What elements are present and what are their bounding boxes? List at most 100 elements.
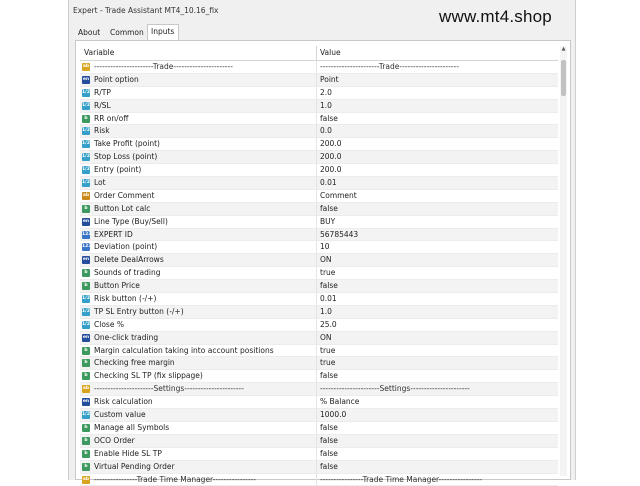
input-row[interactable]: 1/2R/TP2.0 — [80, 87, 558, 100]
input-row[interactable]: enRisk calculation% Balance — [80, 396, 558, 409]
input-value[interactable]: true — [320, 345, 335, 357]
input-value[interactable]: false — [320, 461, 338, 473]
input-value[interactable]: false — [320, 203, 338, 215]
input-variable-name: EXPERT ID — [94, 229, 133, 241]
cell-divider — [316, 177, 317, 189]
input-value[interactable]: 0.01 — [320, 177, 337, 189]
input-value[interactable]: Comment — [320, 190, 357, 202]
input-value[interactable]: 56785443 — [320, 229, 358, 241]
input-variable-name: Manage all Symbols — [94, 422, 169, 434]
input-row[interactable]: 123EXPERT ID56785443 — [80, 229, 558, 242]
input-row[interactable]: bChecking SL TP (fix slippage)false — [80, 370, 558, 383]
input-row[interactable]: 1/2R/SL1.0 — [80, 100, 558, 113]
cell-divider — [316, 306, 317, 318]
input-row[interactable]: 1/2Risk0.0 — [80, 125, 558, 138]
input-value[interactable]: false — [320, 422, 338, 434]
input-row[interactable]: enOne-click tradingON — [80, 332, 558, 345]
input-row[interactable]: 1/2Lot0.01 — [80, 177, 558, 190]
cell-divider — [316, 396, 317, 408]
input-row[interactable]: bButton Lot calcfalse — [80, 203, 558, 216]
column-header-value[interactable]: Value — [320, 46, 341, 60]
input-row[interactable]: bSounds of tradingtrue — [80, 267, 558, 280]
scroll-up-icon[interactable]: ▲ — [560, 46, 567, 53]
input-variable-name: ----------------------Trade-------------… — [94, 61, 233, 73]
input-row[interactable]: bManage all Symbolsfalse — [80, 422, 558, 435]
boolean-icon: b — [82, 269, 90, 277]
input-value[interactable]: 1000.0 — [320, 409, 346, 421]
input-value[interactable]: Point — [320, 74, 339, 86]
cell-divider — [316, 267, 317, 279]
input-variable-name: Delete DealArrows — [94, 254, 164, 266]
input-row[interactable]: 1/2Risk button (-/+)0.01 — [80, 293, 558, 306]
cell-divider — [316, 370, 317, 382]
input-row[interactable]: ab ----------------------Settings--------… — [80, 383, 558, 396]
cell-divider — [316, 216, 317, 228]
input-value[interactable]: 200.0 — [320, 151, 341, 163]
input-value[interactable]: true — [320, 357, 335, 369]
input-value[interactable]: true — [320, 267, 335, 279]
input-row[interactable]: enPoint optionPoint — [80, 74, 558, 87]
inputs-grid: Variable Value ab----------------------T… — [80, 46, 558, 486]
input-value[interactable]: 200.0 — [320, 164, 341, 176]
input-row[interactable]: enLine Type (Buy/Sell)BUY — [80, 216, 558, 229]
cell-divider — [316, 74, 317, 86]
input-value[interactable]: BUY — [320, 216, 335, 228]
cell-divider — [316, 435, 317, 447]
input-row[interactable]: 1/2Entry (point)200.0 — [80, 164, 558, 177]
input-value[interactable]: false — [320, 435, 338, 447]
input-value[interactable]: % Balance — [320, 396, 359, 408]
input-value[interactable]: 1.0 — [320, 306, 332, 318]
input-row[interactable]: bEnable Hide SL TPfalse — [80, 448, 558, 461]
input-value[interactable]: 0.01 — [320, 293, 337, 305]
input-row[interactable]: enDelete DealArrowsON — [80, 254, 558, 267]
input-value[interactable]: 10 — [320, 241, 330, 253]
input-value[interactable]: false — [320, 370, 338, 382]
input-row[interactable]: 1/2Stop Loss (point)200.0 — [80, 151, 558, 164]
input-row[interactable]: 1/2TP SL Entry button (-/+)1.0 — [80, 306, 558, 319]
tab-about[interactable]: About — [75, 26, 103, 40]
input-row[interactable]: 123Deviation (point)10 — [80, 241, 558, 254]
input-row[interactable]: bRR on/offfalse — [80, 113, 558, 126]
input-value[interactable]: ----------------------Settings----------… — [320, 383, 470, 395]
input-value[interactable]: 2.0 — [320, 87, 332, 99]
input-row[interactable]: bOCO Orderfalse — [80, 435, 558, 448]
input-value[interactable]: 0.0 — [320, 125, 332, 137]
input-variable-name: One-click trading — [94, 332, 158, 344]
input-value[interactable]: 200.0 — [320, 138, 341, 150]
input-row[interactable]: ab----------------------Trade-----------… — [80, 61, 558, 74]
boolean-icon: b — [82, 115, 90, 123]
input-variable-name: ----------------------Settings----------… — [94, 383, 244, 395]
separator-icon: ab — [82, 385, 90, 393]
column-divider[interactable] — [316, 46, 317, 60]
tab-common[interactable]: Common — [107, 26, 145, 40]
input-variable-name: Button Lot calc — [94, 203, 150, 215]
input-row[interactable]: abOrder CommentComment — [80, 190, 558, 203]
input-variable-name: Margin calculation taking into account p… — [94, 345, 274, 357]
scroll-thumb[interactable] — [561, 60, 566, 96]
cell-divider — [316, 151, 317, 163]
input-row[interactable]: bChecking free margintrue — [80, 357, 558, 370]
vertical-scrollbar[interactable]: ▲ — [560, 46, 567, 476]
input-value[interactable]: false — [320, 280, 338, 292]
input-row[interactable]: 1/2Close %25.0 — [80, 319, 558, 332]
input-row[interactable]: bButton Pricefalse — [80, 280, 558, 293]
tab-inputs[interactable]: Inputs — [147, 24, 179, 40]
cell-divider — [316, 448, 317, 460]
double-icon: 1/2 — [82, 179, 90, 187]
input-row[interactable]: b Margin calculation taking into account … — [80, 345, 558, 358]
input-value[interactable]: ON — [320, 332, 332, 344]
input-row[interactable]: 1/2Custom value1000.0 — [80, 409, 558, 422]
input-value[interactable]: ON — [320, 254, 332, 266]
input-value[interactable]: false — [320, 448, 338, 460]
input-value[interactable]: false — [320, 113, 338, 125]
input-value[interactable]: 1.0 — [320, 100, 332, 112]
input-value[interactable]: 25.0 — [320, 319, 337, 331]
column-header-variable[interactable]: Variable — [84, 46, 114, 60]
input-variable-name: Custom value — [94, 409, 146, 421]
cell-divider — [316, 254, 317, 266]
cell-divider — [316, 164, 317, 176]
input-row[interactable]: 1/2Take Profit (point)200.0 — [80, 138, 558, 151]
input-value[interactable]: ----------------------Trade-------------… — [320, 61, 459, 73]
input-row[interactable]: bVirtual Pending Orderfalse — [80, 461, 558, 474]
boolean-icon: b — [82, 347, 90, 355]
